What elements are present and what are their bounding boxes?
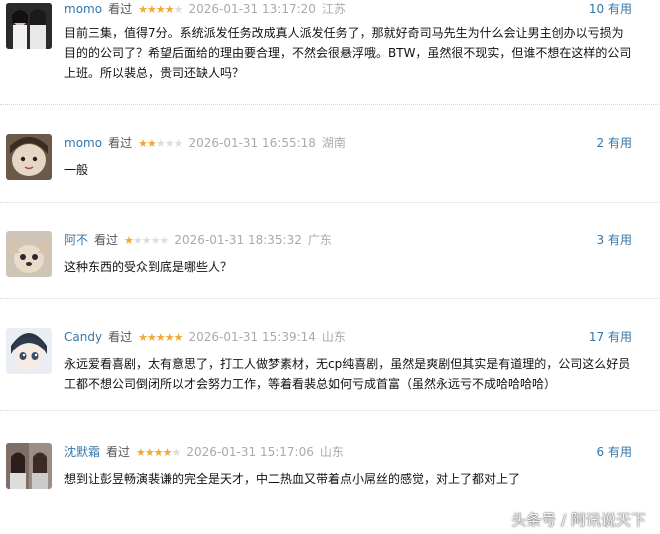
watched-status: 看过 [108,136,133,150]
avatar[interactable] [6,3,52,49]
star-filled-icon: ★ [144,446,155,459]
useful-vote-button[interactable]: 2 有用 [597,134,632,152]
star-filled-icon: ★ [155,331,166,344]
review-location: 湖南 [321,136,346,150]
star-filled-icon: ★ [146,3,157,16]
review-date: 2026-01-31 18:35:32 [174,233,302,247]
review-header: Candy 看过 ★★★★★ 2026-01-31 15:39:14 山东 [64,328,346,346]
username-link[interactable]: momo [64,136,102,150]
divider [0,298,660,299]
star-filled-icon: ★ [153,446,164,459]
review-content: 永远爱看喜剧，太有意思了，打工人做梦素材，无cp纯喜剧，虽然是爽剧但其实是有道理… [64,357,631,391]
star-empty-icon: ★ [132,234,143,247]
star-filled-icon: ★ [138,137,148,150]
avatar[interactable] [6,134,52,180]
useful-vote-button[interactable]: 17 有用 [589,328,632,346]
watched-status: 看过 [94,233,119,247]
rating-stars: ★★★★★ [136,444,182,462]
star-filled-icon: ★ [162,446,173,459]
star-empty-icon: ★ [173,3,184,16]
username-link[interactable]: Candy [64,330,102,344]
watched-status: 看过 [108,2,133,16]
review-header: momo 看过 ★★★★★ 2026-01-31 16:55:18 湖南 [64,134,346,152]
review-date: 2026-01-31 16:55:18 [188,136,316,150]
star-filled-icon: ★ [124,234,134,247]
divider [0,202,660,203]
review-location: 广东 [307,233,332,247]
star-filled-icon: ★ [164,331,175,344]
divider [0,104,660,105]
review-location: 江苏 [321,2,346,16]
review-location: 山东 [319,445,344,459]
star-filled-icon: ★ [164,3,175,16]
username-link[interactable]: momo [64,2,102,16]
review-content: 想到让彭昱畅演裴谦的完全是天才，中二热血又带着点小屌丝的感觉，对上了都对上了 [64,472,521,486]
star-empty-icon: ★ [171,446,182,459]
review-date: 2026-01-31 13:17:20 [188,2,316,16]
star-empty-icon: ★ [155,137,166,150]
star-empty-icon: ★ [173,137,184,150]
useful-vote-button[interactable]: 10 有用 [589,0,632,18]
watermark: 头条号 / 阿讯说天下 [511,511,646,529]
review-header: 阿不 看过 ★★★★★ 2026-01-31 18:35:32 广东 [64,231,332,249]
star-filled-icon: ★ [155,3,166,16]
star-filled-icon: ★ [136,446,146,459]
review-location: 山东 [321,330,346,344]
review-content: 这种东西的受众到底是哪些人？ [64,260,233,274]
avatar[interactable] [6,443,52,489]
star-filled-icon: ★ [146,137,157,150]
star-empty-icon: ★ [159,234,170,247]
star-filled-icon: ★ [146,331,157,344]
star-filled-icon: ★ [173,331,184,344]
review-date: 2026-01-31 15:39:14 [188,330,316,344]
review-header: 沈默霜 看过 ★★★★★ 2026-01-31 15:17:06 山东 [64,443,344,461]
rating-stars: ★★★★★ [138,1,184,19]
star-empty-icon: ★ [150,234,161,247]
rating-stars: ★★★★★ [138,135,184,153]
star-empty-icon: ★ [164,137,175,150]
watched-status: 看过 [106,445,131,459]
review-date: 2026-01-31 15:17:06 [186,445,314,459]
review-header: momo 看过 ★★★★★ 2026-01-31 13:17:20 江苏 [64,0,346,18]
username-link[interactable]: 沈默霜 [64,445,100,459]
review-content: 目前三集，值得7分。系统派发任务改成真人派发任务了，那就好奇司马先生为什么会让男… [64,26,632,80]
star-empty-icon: ★ [141,234,152,247]
divider [0,410,660,411]
star-filled-icon: ★ [138,331,148,344]
rating-stars: ★★★★★ [124,232,170,250]
rating-stars: ★★★★★ [138,329,184,347]
star-filled-icon: ★ [138,3,148,16]
avatar[interactable] [6,231,52,277]
avatar[interactable] [6,328,52,374]
useful-vote-button[interactable]: 6 有用 [597,443,632,461]
watched-status: 看过 [108,330,133,344]
review-content: 一般 [64,163,89,177]
username-link[interactable]: 阿不 [64,233,88,247]
useful-vote-button[interactable]: 3 有用 [597,231,632,249]
